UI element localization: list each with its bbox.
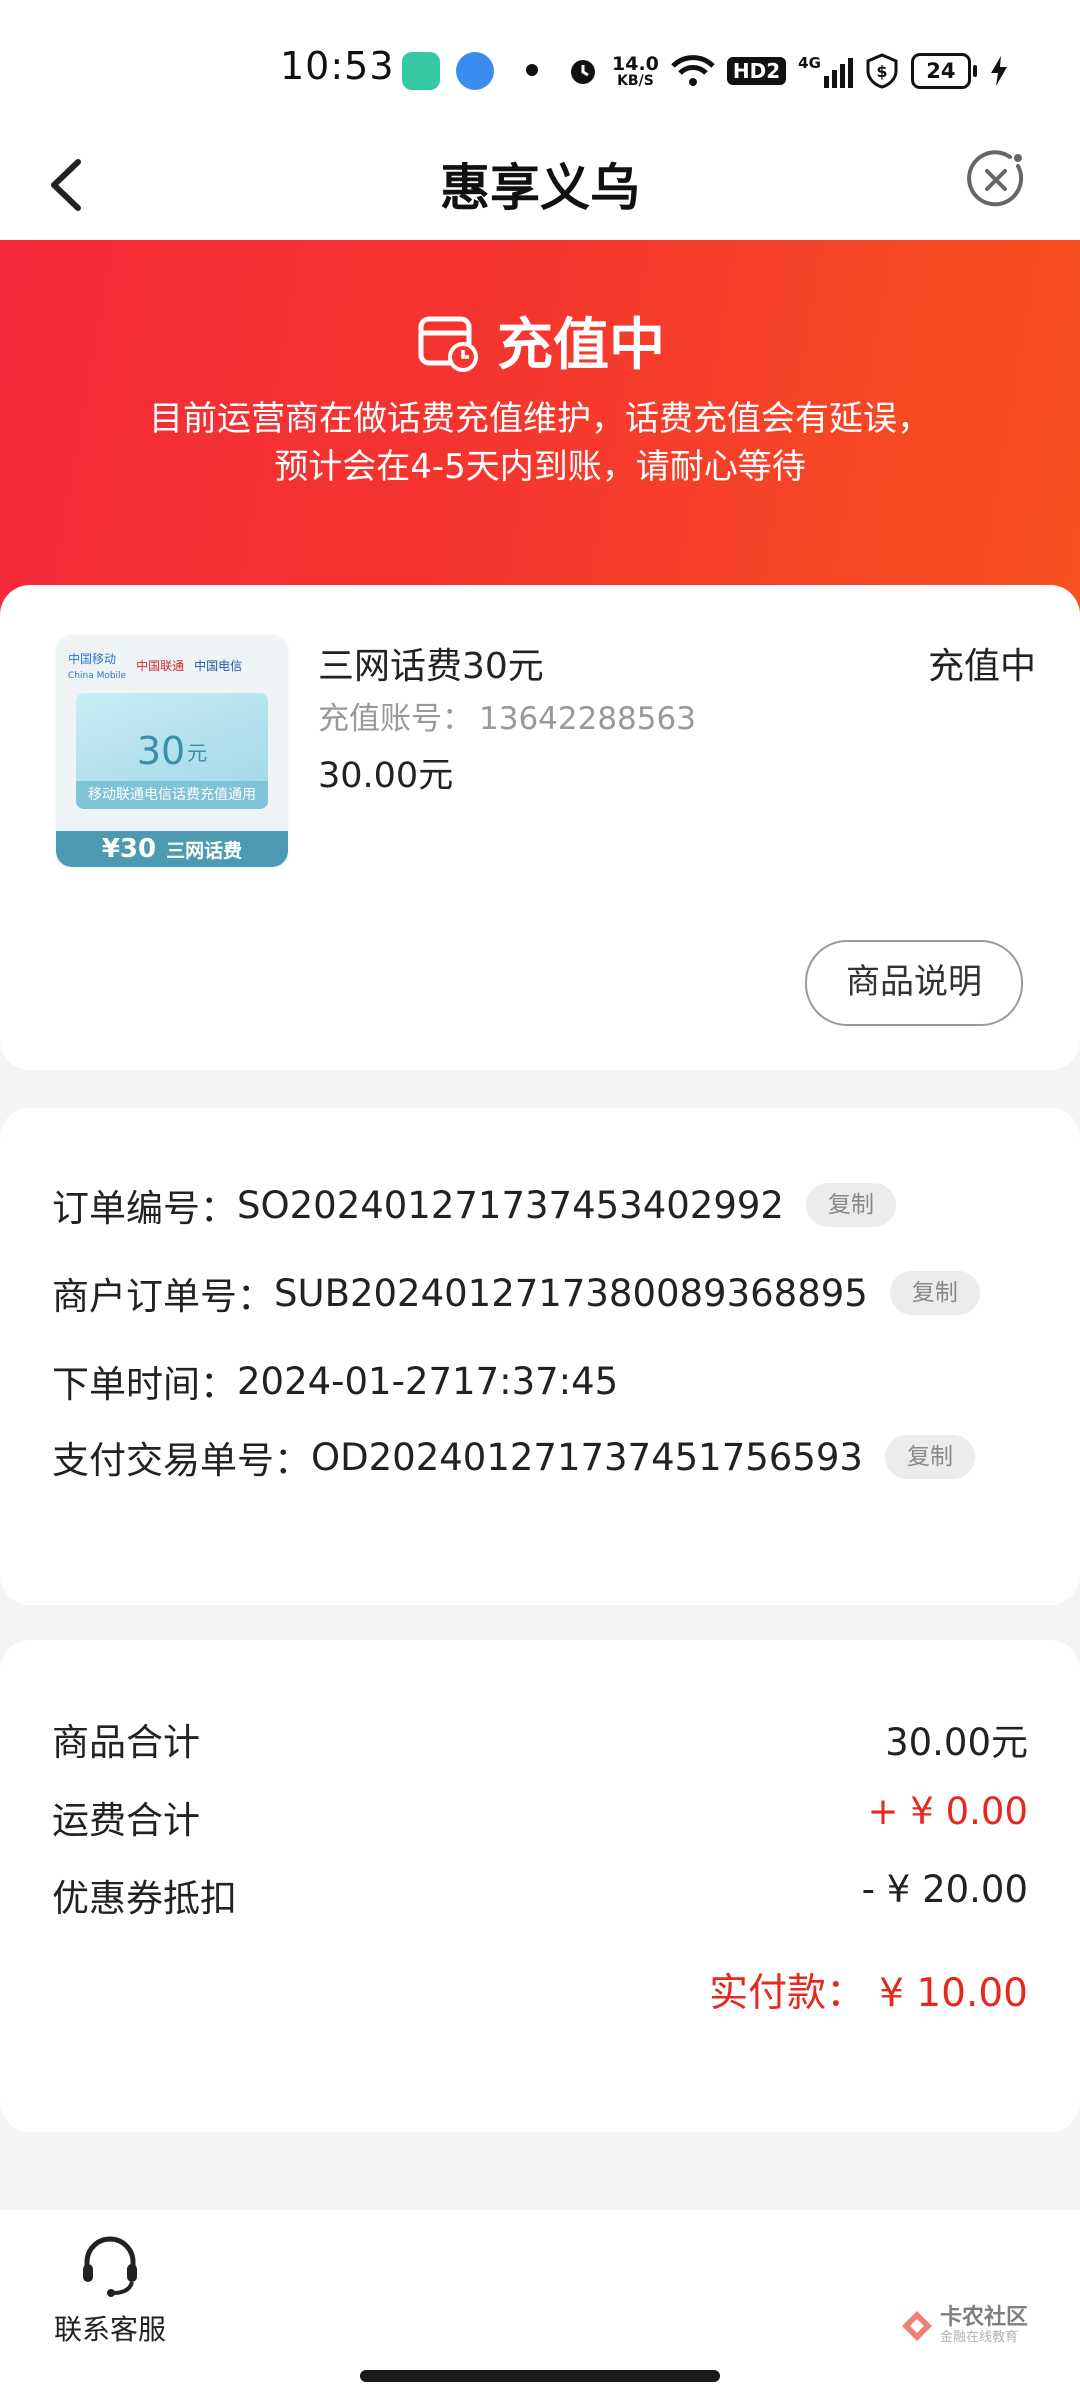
order-number-row: 订单编号： SO202401271737453402992 复制 bbox=[52, 1178, 896, 1232]
merchant-order-label: 商户订单号： bbox=[52, 1275, 274, 1318]
payment-transaction-row: 支付交易单号： OD202401271737451756593 复制 bbox=[52, 1430, 975, 1484]
nav-bar: 惠享义乌 bbox=[0, 130, 1080, 240]
payment-summary-card: 商品合计 30.00元 运费合计 + ¥ 0.00 优惠券抵扣 - ¥ 20.0… bbox=[0, 1640, 1080, 2132]
account-label: 充值账号： bbox=[318, 701, 473, 737]
china-mobile-logo: 中国移动 China Mobile bbox=[68, 651, 127, 681]
copy-payment-transaction-button[interactable]: 复制 bbox=[884, 1435, 975, 1479]
coupon-label: 优惠券抵扣 bbox=[52, 1877, 237, 1920]
net-speed: 14.0 KB/S bbox=[612, 54, 659, 88]
bottom-bar: 联系客服 卡农社区 金融在线教育 bbox=[0, 2210, 1080, 2400]
customer-service-button[interactable]: 联系客服 bbox=[50, 2230, 170, 2348]
shipping-row: 运费合计 + ¥ 0.00 bbox=[52, 1790, 1028, 1844]
order-number-label: 订单编号： bbox=[52, 1187, 237, 1230]
status-banner: 充值中 目前运营商在做话费充值维护，话费充值会有延误， 预计会在4-5天内到账，… bbox=[0, 240, 1080, 620]
image-amount: 30 bbox=[136, 729, 186, 773]
watermark-subtitle: 金融在线教育 bbox=[940, 2330, 1019, 2345]
notification-dot-icon bbox=[526, 64, 538, 76]
watermark-title: 卡农社区 bbox=[940, 2305, 1029, 2330]
wifi-icon bbox=[671, 55, 715, 86]
chat-app-icon bbox=[402, 52, 440, 90]
alarm-icon bbox=[571, 60, 595, 84]
net-speed-value: 14.0 bbox=[612, 53, 659, 75]
image-band-price: ¥30 bbox=[101, 834, 157, 864]
product-name: 三网话费30元 bbox=[318, 646, 544, 687]
svg-text:$: $ bbox=[876, 62, 887, 81]
close-icon[interactable] bbox=[960, 144, 1032, 216]
copy-order-number-button[interactable]: 复制 bbox=[805, 1183, 896, 1227]
banner-message-line1: 目前运营商在做话费充值维护，话费充值会有延误， bbox=[149, 399, 931, 439]
merchant-order-row: 商户订单号： SUB2024012717380089368895 复制 bbox=[52, 1266, 980, 1320]
product-description-button[interactable]: 商品说明 bbox=[805, 940, 1023, 1026]
image-band-label: 三网话费 bbox=[166, 839, 243, 862]
battery-level: 24 bbox=[910, 53, 971, 89]
payment-transaction-value: OD202401271737451756593 bbox=[311, 1435, 863, 1479]
status-icons: 14.0 KB/S HD2 4G $ 24 bbox=[566, 46, 1009, 96]
image-band: ¥30 三网话费 bbox=[56, 831, 288, 867]
copy-merchant-order-button[interactable]: 复制 bbox=[889, 1271, 980, 1315]
customer-service-label: 联系客服 bbox=[53, 2313, 166, 2346]
signal-icon: 4G bbox=[798, 54, 853, 88]
hd-badge: HD2 bbox=[726, 57, 787, 85]
paid-label: 实付款： bbox=[709, 1971, 866, 2016]
merchant-order-value: SUB2024012717380089368895 bbox=[274, 1271, 868, 1315]
account-value: 13642288563 bbox=[479, 701, 696, 737]
goods-total-label: 商品合计 bbox=[52, 1721, 200, 1764]
order-time-value: 2024-01-2717:37:45 bbox=[237, 1359, 619, 1403]
wallet-clock-icon bbox=[418, 316, 478, 372]
battery-icon: 24 bbox=[910, 53, 977, 89]
status-bar: 10:53 14.0 KB/S HD2 4G $ 24 bbox=[0, 0, 1080, 130]
order-time-label: 下单时间： bbox=[52, 1363, 237, 1406]
paid-value: ¥ 10.00 bbox=[879, 1971, 1028, 2016]
banner-title: 充值中 bbox=[497, 313, 665, 378]
net-speed-unit: KB/S bbox=[617, 73, 654, 89]
browser-app-icon bbox=[456, 52, 494, 90]
order-number-value: SO202401271737453402992 bbox=[237, 1183, 784, 1227]
coupon-row: 优惠券抵扣 - ¥ 20.00 bbox=[52, 1868, 1028, 1922]
recharge-account: 充值账号： 13642288563 bbox=[318, 693, 696, 738]
home-indicator[interactable] bbox=[360, 2370, 720, 2382]
paid-amount: 实付款： ¥ 10.00 bbox=[709, 1962, 1028, 2018]
banner-message-line2: 预计会在4-5天内到账，请耐心等待 bbox=[274, 447, 806, 487]
shipping-label: 运费合计 bbox=[52, 1799, 200, 1842]
shipping-value: + ¥ 0.00 bbox=[867, 1790, 1028, 1833]
image-unit: 元 bbox=[187, 740, 208, 765]
shield-dollar-icon: $ bbox=[866, 53, 898, 89]
headset-icon bbox=[83, 2236, 137, 2297]
network-label: 4G bbox=[798, 54, 821, 72]
product-price: 30.00元 bbox=[318, 756, 454, 796]
china-telecom-logo: 中国电信 bbox=[194, 658, 243, 673]
order-time-row: 下单时间： 2024-01-2717:37:45 bbox=[52, 1354, 618, 1408]
goods-total-row: 商品合计 30.00元 bbox=[52, 1712, 1028, 1766]
page-title: 惠享义乌 bbox=[440, 159, 640, 217]
product-status: 充值中 bbox=[927, 646, 1036, 687]
charging-icon bbox=[990, 56, 1007, 86]
banner-message: 目前运营商在做话费充值维护，话费充值会有延误， 预计会在4-5天内到账，请耐心等… bbox=[40, 395, 1040, 491]
coupon-value: - ¥ 20.00 bbox=[861, 1868, 1028, 1911]
image-caption: 移动联通电信话费充值通用 bbox=[76, 781, 268, 809]
product-image[interactable]: 中国移动 China Mobile 中国联通 中国电信 30 元 移动联通电信话… bbox=[56, 635, 288, 867]
kanong-logo-icon bbox=[902, 2311, 932, 2341]
payment-transaction-label: 支付交易单号： bbox=[52, 1439, 311, 1482]
order-info-card: 订单编号： SO202401271737453402992 复制 商户订单号： … bbox=[0, 1108, 1080, 1605]
china-unicom-logo: 中国联通 bbox=[136, 658, 185, 673]
status-time: 10:53 bbox=[280, 44, 395, 88]
goods-total-value: 30.00元 bbox=[885, 1721, 1028, 1764]
product-card: 中国移动 China Mobile 中国联通 中国电信 30 元 移动联通电信话… bbox=[0, 585, 1080, 1070]
watermark: 卡农社区 金融在线教育 bbox=[900, 2306, 1028, 2346]
